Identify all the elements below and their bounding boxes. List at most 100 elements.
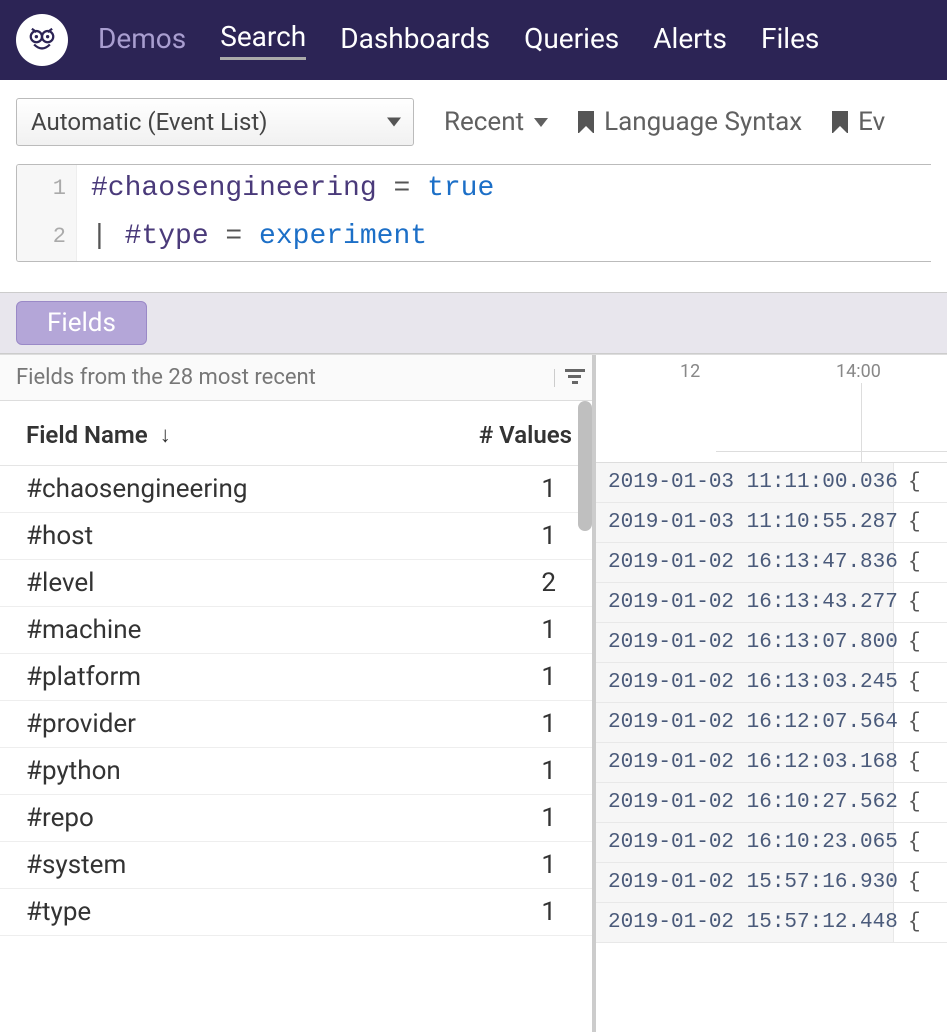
field-name: #python <box>26 756 452 786</box>
line-number: 2 <box>17 213 77 261</box>
bookmark-icon <box>832 111 848 133</box>
chevron-down-icon <box>534 118 548 127</box>
nav-links: Demos Search Dashboards Queries Alerts F… <box>98 20 819 60</box>
arrow-down-icon: ↓ <box>160 422 171 448</box>
field-name: #host <box>26 521 452 551</box>
field-row[interactable]: #type1 <box>0 889 592 936</box>
code-content[interactable]: #chaosengineering = true <box>77 165 494 213</box>
field-row[interactable]: #chaosengineering1 <box>0 466 592 513</box>
event-row[interactable]: 2019-01-02 16:13:03.245{ <box>596 663 947 703</box>
nav-files[interactable]: Files <box>761 22 819 59</box>
results-panel: 12 14:00 2019-01-03 11:11:00.036{2019-01… <box>596 355 947 1032</box>
event-timestamp: 2019-01-02 16:13:07.800 <box>596 623 894 662</box>
nav-demos[interactable]: Demos <box>98 22 186 59</box>
field-value-count: 1 <box>452 709 572 739</box>
timeline-tick: 12 <box>680 361 700 382</box>
event-row[interactable]: 2019-01-02 15:57:16.930{ <box>596 863 947 903</box>
event-row[interactable]: 2019-01-02 16:13:43.277{ <box>596 583 947 623</box>
event-body: { <box>894 583 921 622</box>
field-value-count: 1 <box>452 662 572 692</box>
field-row[interactable]: #level2 <box>0 560 592 607</box>
line-number: 1 <box>17 165 77 213</box>
field-name: #system <box>26 850 452 880</box>
field-name: #chaosengineering <box>26 474 452 504</box>
event-body: { <box>894 863 921 902</box>
event-body: { <box>894 743 921 782</box>
event-timestamp: 2019-01-03 11:11:00.036 <box>596 463 894 502</box>
editor-line: 1#chaosengineering = true <box>17 165 931 213</box>
event-body: { <box>894 623 921 662</box>
nav-search[interactable]: Search <box>220 20 306 60</box>
code-content[interactable]: | #type = experiment <box>77 213 427 261</box>
event-row[interactable]: 2019-01-02 16:13:47.836{ <box>596 543 947 583</box>
scrollbar[interactable] <box>578 401 592 531</box>
main-split: Fields from the 28 most recent Field Nam… <box>0 354 947 1032</box>
col-field-name[interactable]: Field Name <box>26 421 148 449</box>
event-row[interactable]: 2019-01-03 11:10:55.287{ <box>596 503 947 543</box>
event-row[interactable]: 2019-01-02 16:12:03.168{ <box>596 743 947 783</box>
fields-table: Field Name ↓ # Values #chaosengineering1… <box>0 401 592 1032</box>
nav-queries[interactable]: Queries <box>524 22 619 59</box>
event-timestamp: 2019-01-02 16:10:27.562 <box>596 783 894 822</box>
event-body: { <box>894 703 921 742</box>
recent-dropdown[interactable]: Recent <box>444 107 548 137</box>
top-nav: Demos Search Dashboards Queries Alerts F… <box>0 0 947 80</box>
tab-fields[interactable]: Fields <box>16 301 147 345</box>
field-name: #machine <box>26 615 452 645</box>
event-body: { <box>894 543 921 582</box>
field-name: #type <box>26 897 452 927</box>
fields-summary-bar: Fields from the 28 most recent <box>0 355 592 401</box>
field-name: #provider <box>26 709 452 739</box>
events-link[interactable]: Ev <box>832 107 885 137</box>
event-row[interactable]: 2019-01-02 16:12:07.564{ <box>596 703 947 743</box>
event-timestamp: 2019-01-02 16:13:03.245 <box>596 663 894 702</box>
event-timestamp: 2019-01-02 16:10:23.065 <box>596 823 894 862</box>
event-body: { <box>894 823 921 862</box>
field-row[interactable]: #machine1 <box>0 607 592 654</box>
col-num-values[interactable]: # Values <box>452 421 572 449</box>
nav-alerts[interactable]: Alerts <box>653 22 727 59</box>
editor-line: 2| #type = experiment <box>17 213 931 261</box>
event-body: { <box>894 783 921 822</box>
event-timestamp: 2019-01-02 16:12:03.168 <box>596 743 894 782</box>
query-editor[interactable]: 1#chaosengineering = true2| #type = expe… <box>16 164 931 262</box>
event-body: { <box>894 903 921 942</box>
fields-table-header: Field Name ↓ # Values <box>0 401 592 466</box>
event-timestamp: 2019-01-02 15:57:16.930 <box>596 863 894 902</box>
event-body: { <box>894 503 921 542</box>
event-timestamp: 2019-01-02 16:12:07.564 <box>596 703 894 742</box>
view-mode-label: Automatic (Event List) <box>31 108 268 136</box>
field-row[interactable]: #repo1 <box>0 795 592 842</box>
nav-dashboards[interactable]: Dashboards <box>340 22 490 59</box>
tabs-bar: Fields <box>0 292 947 354</box>
timeline-gridline <box>861 383 862 462</box>
event-body: { <box>894 663 921 702</box>
event-body: { <box>894 463 921 502</box>
event-row[interactable]: 2019-01-02 16:10:27.562{ <box>596 783 947 823</box>
language-syntax-link[interactable]: Language Syntax <box>578 107 802 137</box>
timeline[interactable]: 12 14:00 <box>596 355 947 463</box>
event-timestamp: 2019-01-02 16:13:43.277 <box>596 583 894 622</box>
view-mode-select[interactable]: Automatic (Event List) <box>16 98 414 146</box>
field-value-count: 1 <box>452 521 572 551</box>
timeline-axis <box>716 451 947 452</box>
field-name: #level <box>26 568 452 598</box>
field-value-count: 1 <box>452 803 572 833</box>
event-row[interactable]: 2019-01-02 15:57:12.448{ <box>596 903 947 943</box>
field-row[interactable]: #system1 <box>0 842 592 889</box>
field-value-count: 1 <box>452 474 572 504</box>
field-row[interactable]: #host1 <box>0 513 592 560</box>
field-value-count: 2 <box>452 568 572 598</box>
filter-icon[interactable] <box>554 369 576 387</box>
field-row[interactable]: #platform1 <box>0 654 592 701</box>
event-row[interactable]: 2019-01-03 11:11:00.036{ <box>596 463 947 503</box>
fields-summary-text: Fields from the 28 most recent <box>16 365 316 390</box>
event-timestamp: 2019-01-02 16:13:47.836 <box>596 543 894 582</box>
field-row[interactable]: #python1 <box>0 748 592 795</box>
event-row[interactable]: 2019-01-02 16:13:07.800{ <box>596 623 947 663</box>
event-row[interactable]: 2019-01-02 16:10:23.065{ <box>596 823 947 863</box>
chevron-down-icon <box>387 118 401 127</box>
field-value-count: 1 <box>452 897 572 927</box>
field-row[interactable]: #provider1 <box>0 701 592 748</box>
owl-logo[interactable] <box>16 14 68 66</box>
